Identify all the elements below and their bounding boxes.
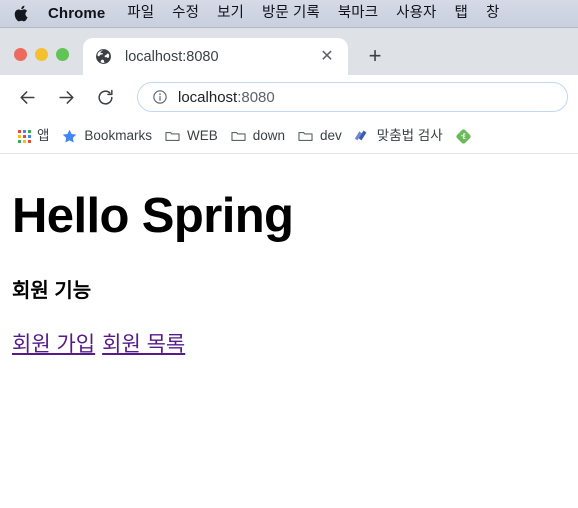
spellcheck-icon — [354, 129, 367, 140]
evernote-diamond-icon — [456, 128, 471, 144]
window-traffic-lights — [10, 48, 83, 75]
window-maximize-button[interactable] — [56, 48, 69, 61]
window-close-button[interactable] — [14, 48, 27, 61]
menu-item-tab[interactable]: 탭 — [455, 6, 468, 21]
folder-icon — [165, 131, 180, 141]
link-member-signup[interactable]: 회원 가입 — [12, 333, 95, 356]
star-icon — [63, 129, 77, 143]
menu-item-profiles[interactable]: 사용자 — [396, 6, 436, 21]
bookmark-label: WEB — [186, 128, 218, 144]
info-circle-icon[interactable] — [152, 89, 168, 105]
arrow-right-icon — [58, 90, 74, 104]
menu-item-bookmarks[interactable]: 북마크 — [338, 6, 378, 21]
window-minimize-button[interactable] — [35, 48, 48, 61]
chrome-browser-window: localhost:8080 ✕ + localhost:8080 앱 Book… — [0, 28, 578, 508]
tab-strip: localhost:8080 ✕ + — [0, 28, 578, 75]
address-bar-text: localhost:8080 — [178, 89, 275, 106]
bookmarks-bar: 앱 Bookmarks WEB down dev 맞춤법 검사 — [0, 119, 578, 154]
page-subheading: 회원 기능 — [12, 279, 92, 302]
globe-icon — [96, 49, 111, 64]
menu-item-view[interactable]: 보기 — [217, 6, 244, 21]
link-member-list[interactable]: 회원 목록 — [102, 333, 185, 356]
arrow-left-icon — [19, 90, 35, 104]
folder-icon — [231, 131, 246, 141]
page-links-row: 회원 가입 회원 목록 — [12, 302, 566, 356]
tab-title: localhost:8080 — [125, 48, 219, 65]
browser-toolbar: localhost:8080 — [0, 75, 578, 119]
menu-item-chrome[interactable]: Chrome — [48, 6, 105, 21]
bookmark-item-dev[interactable]: dev — [291, 123, 348, 149]
bookmark-label: 맞춤법 검사 — [376, 128, 443, 144]
bookmark-item-spellcheck[interactable]: 맞춤법 검사 — [348, 123, 449, 149]
browser-tab-localhost[interactable]: localhost:8080 ✕ — [83, 38, 348, 75]
bookmark-label: down — [252, 128, 285, 144]
bookmark-apps-label: 앱 — [37, 128, 50, 144]
bookmark-label: dev — [320, 128, 342, 144]
menu-item-edit[interactable]: 수정 — [172, 6, 199, 21]
address-host: localhost — [178, 88, 238, 106]
bookmark-item-bookmarks[interactable]: Bookmarks — [55, 123, 158, 149]
bookmark-item-down[interactable]: down — [224, 123, 291, 149]
address-bar[interactable]: localhost:8080 — [137, 82, 568, 112]
tab-close-icon[interactable]: ✕ — [316, 46, 338, 68]
menu-item-history[interactable]: 방문 기록 — [262, 6, 320, 21]
forward-button[interactable] — [51, 82, 81, 112]
new-tab-button[interactable]: + — [360, 41, 390, 71]
back-button[interactable] — [12, 82, 42, 112]
page-content: Hello Spring 회원 기능 회원 가입 회원 목록 — [0, 154, 578, 508]
apple-logo-icon[interactable] — [14, 4, 30, 23]
folder-icon — [298, 131, 313, 141]
macos-menu-bar: Chrome 파일 수정 보기 방문 기록 북마크 사용자 탭 창 — [0, 0, 578, 28]
menu-item-file[interactable]: 파일 — [127, 6, 154, 21]
bookmark-apps[interactable]: 앱 — [12, 123, 55, 149]
reload-button[interactable] — [90, 82, 120, 112]
bookmark-item-evernote[interactable] — [449, 123, 484, 149]
bookmark-label: Bookmarks — [84, 128, 152, 144]
address-port: :8080 — [237, 88, 275, 106]
apps-grid-icon — [18, 129, 31, 143]
page-title: Hello Spring — [12, 189, 294, 243]
bookmark-item-web[interactable]: WEB — [158, 123, 224, 149]
menu-item-window[interactable]: 창 — [486, 6, 499, 21]
reload-icon — [97, 89, 113, 105]
